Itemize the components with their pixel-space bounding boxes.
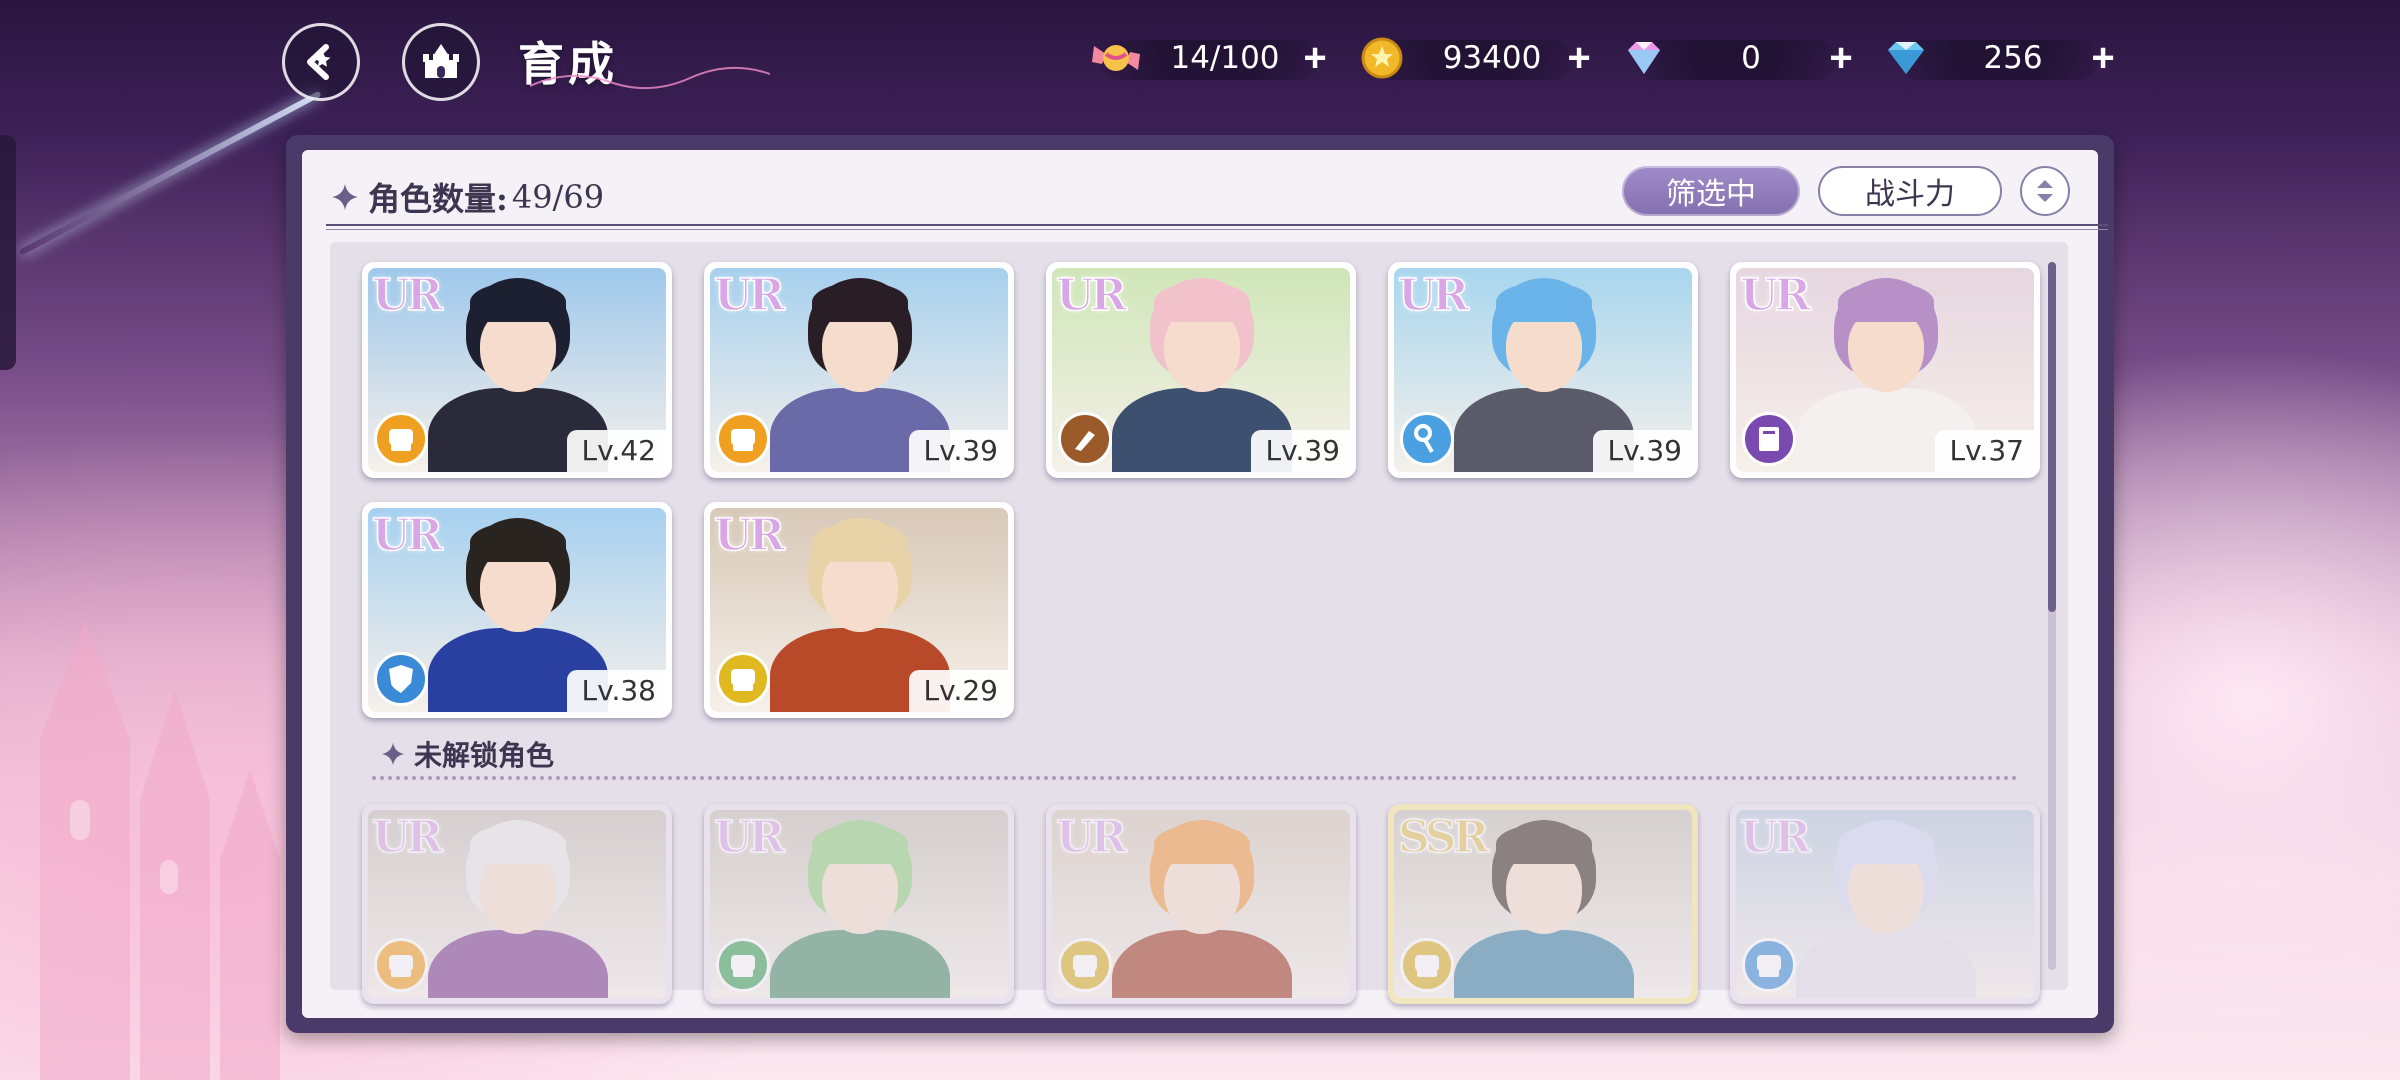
type-attribute-icon [1742,938,1796,992]
type-fist-icon [716,412,770,466]
character-count-value: 49/69 [511,178,605,216]
locked-character-card[interactable]: UR [704,804,1014,1004]
locked-character-card[interactable]: UR [1730,804,2040,1004]
character-portrait: UR Lv.39 [1052,268,1350,472]
character-count-label: 角色数量: [368,180,508,218]
character-portrait: UR [1052,810,1350,998]
candy-add-button[interactable]: + [1296,38,1334,78]
candy-icon [1092,45,1140,71]
character-portrait: UR Lv.39 [1394,268,1692,472]
character-count-header: 角色数量: 49/69 [330,172,604,222]
rarity-label: UR [1055,269,1127,322]
rarity-label: SSR [1397,811,1490,864]
level-label: Lv.39 [909,430,1008,472]
type-book-icon [1742,412,1796,466]
back-arrow-icon [307,44,331,80]
type-attribute-icon [716,938,770,992]
back-button[interactable] [282,23,360,101]
character-portrait: UR [1736,810,2034,998]
title-flourish [530,66,770,90]
pink-gem-add-button[interactable]: + [1822,38,1860,78]
type-attribute-icon [374,938,428,992]
level-label: Lv.37 [1935,430,2034,472]
rarity-label: UR [713,811,785,864]
type-fist-icon [716,652,770,706]
sort-power-button[interactable]: 战斗力 [1818,166,2002,216]
rarity-label: UR [713,269,785,322]
pink-gem-value: 0 [1741,40,1761,76]
type-key-icon [1400,412,1454,466]
sort-arrows-icon [2037,180,2053,202]
coin-add-button[interactable]: + [1560,38,1598,78]
side-drawer-tab[interactable] [0,135,16,370]
character-portrait: SSR [1394,810,1692,998]
grid-scrollbar[interactable] [2048,262,2056,970]
top-bar: 育成 14/100 + 93400 + 0 + 256 + [0,0,2400,120]
level-label: Lv.42 [567,430,666,472]
sparkle-icon [381,742,405,766]
level-label: Lv.39 [1593,430,1692,472]
character-card[interactable]: UR Lv.37 [1730,262,2040,478]
level-label: Lv.39 [1251,430,1350,472]
character-portrait: UR Lv.38 [368,508,666,712]
blue-gem-add-button[interactable]: + [2084,38,2122,78]
sparkle-icon [332,184,358,210]
home-button[interactable] [402,23,480,101]
character-portrait: UR Lv.29 [710,508,1008,712]
character-card[interactable]: UR Lv.39 [1388,262,1698,478]
rarity-label: UR [371,269,443,322]
pink-gem-icon [1628,42,1660,74]
level-label: Lv.29 [909,670,1008,712]
rarity-label: UR [371,811,443,864]
character-card[interactable]: UR Lv.38 [362,502,672,718]
section-divider [372,776,2018,780]
locked-character-card[interactable]: SSR [1388,804,1698,1004]
character-card[interactable]: UR Lv.39 [1046,262,1356,478]
blue-diamond-icon [1888,42,1924,74]
rarity-label: UR [1739,269,1811,322]
blue-gem-value: 256 [1983,40,2043,76]
level-label: Lv.38 [567,670,666,712]
type-attribute-icon [1400,938,1454,992]
type-brush-icon [1058,412,1112,466]
rarity-label: UR [1397,269,1469,322]
locked-section-header: 未解锁角色 [380,734,554,774]
coin-icon [1361,37,1403,79]
candy-value: 14/100 [1170,40,1280,76]
character-portrait: UR Lv.37 [1736,268,2034,472]
character-card[interactable]: UR Lv.42 [362,262,672,478]
locked-character-card[interactable]: UR [1046,804,1356,1004]
coin-value: 93400 [1442,40,1542,76]
sort-order-toggle[interactable] [2020,166,2070,216]
header-divider [326,224,2108,230]
character-card[interactable]: UR Lv.29 [704,502,1014,718]
filter-button[interactable]: 筛选中 [1622,166,1800,216]
locked-character-card[interactable]: UR [362,804,672,1004]
rarity-label: UR [1739,811,1811,864]
type-shield-icon [374,652,428,706]
character-card[interactable]: UR Lv.39 [704,262,1014,478]
rarity-label: UR [713,509,785,562]
character-portrait: UR [368,810,666,998]
character-portrait: UR Lv.39 [710,268,1008,472]
type-fist-icon [374,412,428,466]
type-attribute-icon [1058,938,1112,992]
scrollbar-thumb[interactable] [2048,262,2056,612]
castle-home-icon [423,44,459,78]
rarity-label: UR [371,509,443,562]
character-portrait: UR Lv.42 [368,268,666,472]
locked-section-label: 未解锁角色 [414,739,555,772]
rarity-label: UR [1055,811,1127,864]
character-portrait: UR [710,810,1008,998]
